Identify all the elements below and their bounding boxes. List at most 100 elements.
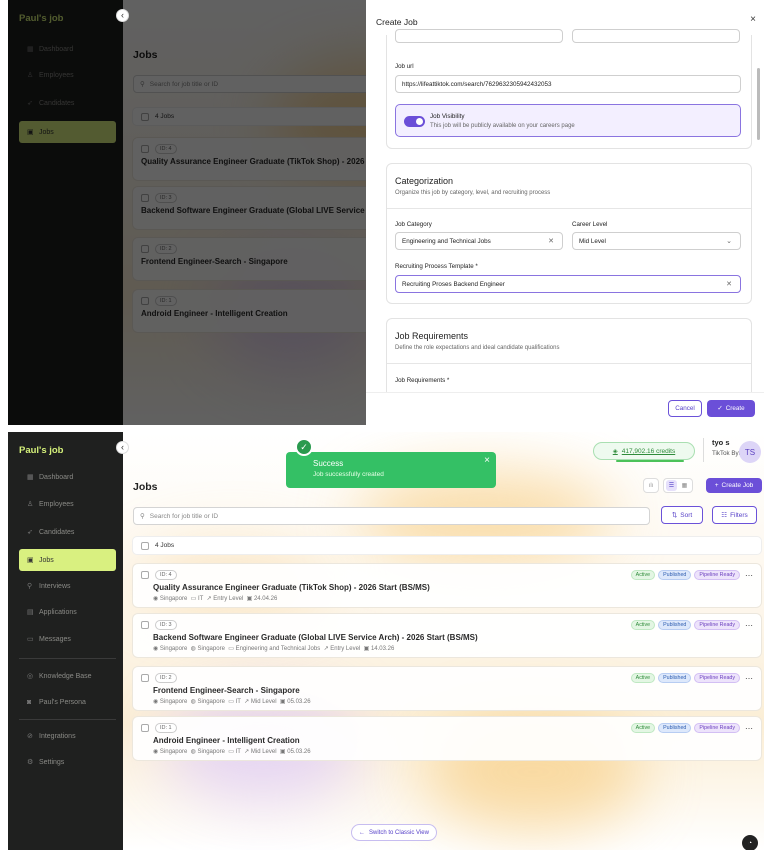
- job-card[interactable]: ID: 1 Active Published Pipeline Ready ⋯ And…: [133, 717, 761, 760]
- status-badge-active: Active: [630, 570, 656, 580]
- logo: Paul's job: [19, 445, 64, 456]
- divider: [387, 363, 751, 364]
- search-icon: ⚲: [140, 513, 145, 520]
- truncated-field[interactable]: [395, 29, 563, 43]
- search-placeholder: Search for job title or ID: [149, 512, 219, 520]
- job-id-badge: ID: 2: [155, 673, 177, 683]
- sidebar-item-label: Knowledge Base: [39, 672, 92, 680]
- sidebar-item-candidates[interactable]: ➶ Candidates: [19, 521, 116, 543]
- create-job-label: Create Job: [721, 482, 754, 489]
- recruiting-template-value: Recruiting Proses Backend Engineer: [402, 280, 505, 288]
- job-meta: ◉ Singapore ◍ Singapore ▭ IT ↗ Mid Level…: [153, 698, 311, 705]
- job-checkbox[interactable]: [141, 571, 149, 579]
- modal-footer: Cancel ✓ Create: [366, 392, 764, 425]
- truncated-field[interactable]: [572, 29, 740, 43]
- clear-icon[interactable]: ✕: [548, 237, 554, 245]
- job-date: 05.03.26: [287, 749, 311, 755]
- sort-button[interactable]: ⇅ Sort: [661, 506, 703, 524]
- plus-icon: +: [714, 482, 719, 489]
- chat-support-icon[interactable]: ◔: [742, 835, 758, 850]
- cancel-button[interactable]: Cancel: [668, 400, 702, 417]
- sidebar-item-jobs[interactable]: ▣ Jobs: [19, 549, 116, 571]
- sidebar-item-pauls-persona[interactable]: ◙ Paul's Persona: [19, 691, 116, 713]
- section-subtitle: Organize this job by category, level, an…: [395, 190, 551, 196]
- job-card[interactable]: ID: 2 Active Published Pipeline Ready ⋯ Fro…: [133, 667, 761, 710]
- chevron-down-icon[interactable]: ⌄: [726, 237, 732, 245]
- sidebar-item-knowledge-base[interactable]: ◎ Knowledge Base: [19, 665, 116, 687]
- recruiting-template-select[interactable]: Recruiting Proses Backend Engineer ✕: [395, 275, 741, 293]
- chat-icon: ▭: [27, 636, 34, 643]
- job-card[interactable]: ID: 3 Active Published Pipeline Ready ⋯ Bac…: [133, 614, 761, 657]
- sidebar-item-integrations[interactable]: ⊘ Integrations: [19, 725, 116, 747]
- avatar[interactable]: TS: [739, 441, 761, 463]
- create-job-button[interactable]: + Create Job: [706, 478, 762, 493]
- list-view-icon[interactable]: ☰: [666, 480, 677, 491]
- job-checkbox[interactable]: [141, 724, 149, 732]
- search-input[interactable]: ⚲ Search for job title or ID: [133, 507, 650, 525]
- sidebar-item-messages[interactable]: ▭ Messages: [19, 628, 116, 650]
- sidebar-item-employees[interactable]: ♙ Employees: [19, 493, 116, 515]
- job-department: IT: [235, 699, 241, 705]
- gear-icon: ⚙: [27, 759, 34, 766]
- folder-icon: ▭: [190, 596, 197, 602]
- status-badge-published: Published: [658, 620, 692, 630]
- chevron-left-icon[interactable]: ‹: [116, 9, 129, 22]
- filters-button[interactable]: ☷ Filters: [712, 506, 757, 524]
- calendar-icon: ▣: [246, 596, 253, 602]
- scrollbar[interactable]: [757, 68, 760, 140]
- toast-close-icon[interactable]: ×: [484, 455, 490, 466]
- sidebar-item-interviews[interactable]: ⚲ Interviews: [19, 575, 116, 597]
- status-badge-pipeline: Pipeline Ready: [694, 570, 740, 580]
- globe-icon: ◍: [190, 749, 196, 755]
- trend-icon: ↗: [244, 699, 250, 705]
- close-icon[interactable]: ×: [750, 14, 756, 25]
- more-options-icon[interactable]: ⋯: [745, 571, 753, 580]
- modal-screenshot-panel: Paul's job ▦Dashboard ♙Employees ➶Candid…: [8, 0, 764, 425]
- more-options-icon[interactable]: ⋯: [745, 724, 753, 733]
- chart-view-button[interactable]: ılı: [643, 478, 659, 493]
- job-checkbox[interactable]: [141, 621, 149, 629]
- sidebar-item-dashboard[interactable]: ▦ Dashboard: [19, 466, 116, 488]
- job-level: Mid Level: [250, 699, 277, 705]
- more-options-icon[interactable]: ⋯: [745, 674, 753, 683]
- visibility-title: Job Visibility: [430, 113, 465, 120]
- job-url-field[interactable]: https://lifeattiktok.com/search/76296323…: [395, 75, 741, 93]
- globe-icon: ◍: [190, 646, 196, 652]
- rocket-icon: ➶: [27, 529, 33, 536]
- job-location: Singapore: [159, 646, 188, 652]
- sidebar-item-settings[interactable]: ⚙ Settings: [19, 751, 116, 773]
- modal-backdrop[interactable]: [8, 0, 366, 425]
- grid-view-icon[interactable]: ▦: [679, 480, 690, 491]
- grid-icon: ▦: [27, 474, 34, 481]
- job-card[interactable]: ID: 4 Active Published Pipeline Ready ⋯ Qua…: [133, 564, 761, 607]
- job-category-select[interactable]: Engineering and Technical Jobs ✕: [395, 232, 563, 250]
- sidebar-item-label: Paul's Persona: [39, 698, 86, 706]
- sidebar-item-label: Jobs: [39, 556, 54, 564]
- classic-view-label: Switch to Classic View: [369, 829, 429, 836]
- visibility-toggle[interactable]: [404, 116, 425, 127]
- sidebar: Paul's job ▦ Dashboard ♙ Employees ➶ Candid…: [8, 432, 123, 850]
- clear-icon[interactable]: ✕: [726, 280, 732, 288]
- career-level-select[interactable]: Mid Level ⌄: [572, 232, 741, 250]
- create-button[interactable]: ✓ Create: [707, 400, 755, 417]
- job-level: Entry Level: [213, 596, 244, 602]
- divider: [387, 208, 751, 209]
- toast-title: Success: [313, 459, 344, 468]
- section-title: Job Requirements: [395, 331, 469, 341]
- view-toggle: ☰ ▦: [663, 478, 693, 493]
- select-all-checkbox[interactable]: [141, 541, 149, 550]
- switch-classic-view-button[interactable]: ← Switch to Classic View: [351, 824, 437, 841]
- sidebar-item-label: Employees: [39, 500, 74, 508]
- job-date: 05.03.26: [287, 699, 311, 705]
- chevron-left-icon[interactable]: ‹: [116, 441, 129, 454]
- more-options-icon[interactable]: ⋯: [745, 621, 753, 630]
- job-title[interactable]: Frontend Engineer-Search - Singapore: [153, 686, 300, 695]
- job-checkbox[interactable]: [141, 674, 149, 682]
- job-title[interactable]: Backend Software Engineer Graduate (Glob…: [153, 633, 478, 642]
- jobs-count: 4 Jobs: [155, 542, 175, 549]
- job-title[interactable]: Quality Assurance Engineer Graduate (Tik…: [153, 583, 430, 592]
- job-title[interactable]: Android Engineer - Intelligent Creation: [153, 736, 300, 745]
- sidebar-item-applications[interactable]: ▤ Applications: [19, 601, 116, 623]
- credits-badge[interactable]: ◈ 417,902.16 credits: [593, 442, 695, 462]
- chart-icon: ılı: [648, 482, 654, 489]
